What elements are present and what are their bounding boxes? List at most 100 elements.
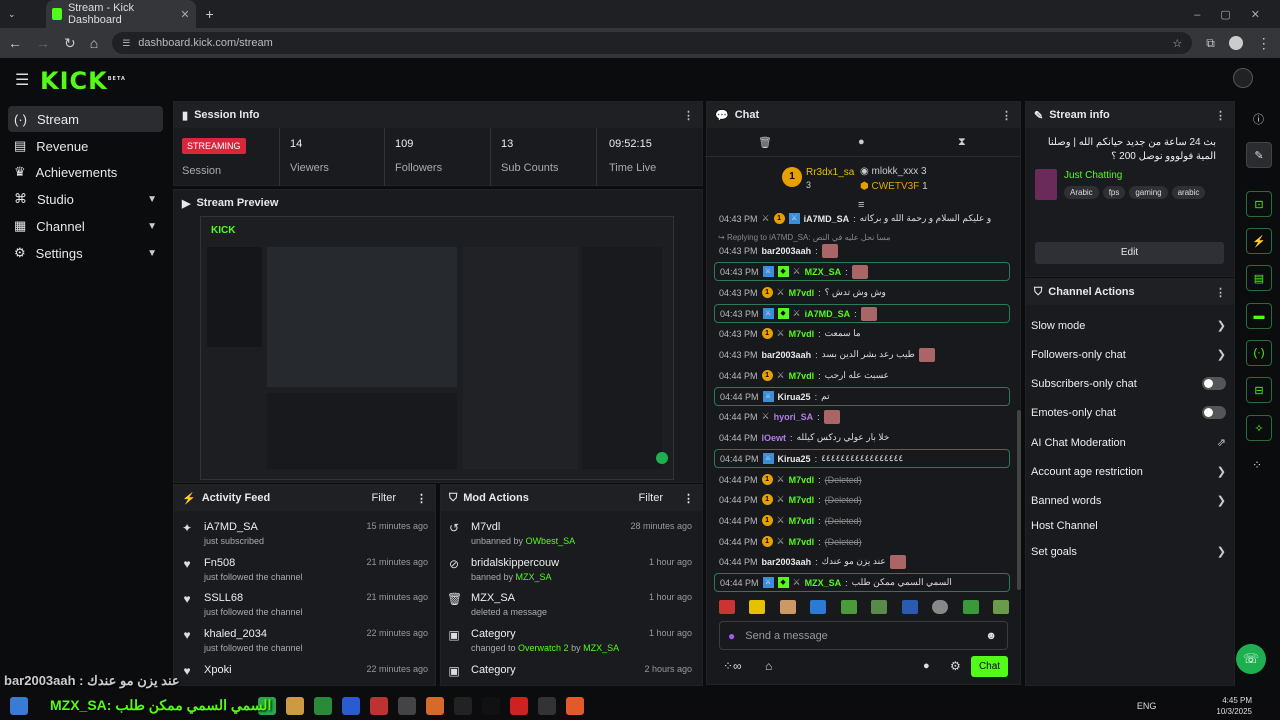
app-icon[interactable] (10, 697, 28, 715)
message-username[interactable]: bar2003aah (762, 557, 812, 567)
document-icon[interactable]: ▤ (1246, 265, 1272, 291)
edit-stream-button[interactable]: Edit (1035, 242, 1224, 264)
emote-icon[interactable] (719, 600, 735, 614)
chat-message[interactable]: 04:44 PM ⚔ Kirua25: تم (714, 387, 1010, 406)
kick-logo[interactable]: KICKBETA (40, 67, 126, 95)
message-username[interactable]: lOewt (762, 433, 787, 443)
hamburger-menu-icon[interactable]: ☰ (15, 70, 29, 90)
gear-icon[interactable]: ⚙ (950, 659, 961, 673)
action-slow-mode[interactable]: Slow mode ❯ (1031, 319, 1226, 333)
chat-message[interactable]: 04:43 PM 1 ⚔ M7vdl: وش وش تدش ؟ (714, 283, 1010, 302)
kebab-menu-icon[interactable]: ⋮ (683, 492, 694, 505)
chat-message[interactable]: 04:44 PM bar2003aah: عند يزن مو عندك (714, 552, 1010, 571)
app-icon[interactable] (566, 697, 584, 715)
app-icon[interactable] (454, 697, 472, 715)
nav-item-stream[interactable]: (·) Stream (8, 106, 163, 132)
chat-message[interactable]: 04:43 PM bar2003aah: (714, 241, 1010, 260)
message-username[interactable]: M7vdl (789, 288, 815, 298)
emote-icon[interactable] (992, 600, 1009, 614)
more-widgets-icon[interactable]: ⁘ (1252, 458, 1262, 472)
action-host-channel[interactable]: Host Channel (1031, 520, 1226, 532)
action-banned-words[interactable]: Banned words ❯ (1031, 494, 1226, 508)
message-username[interactable]: hyori_SA (774, 412, 814, 422)
window-controls[interactable]: –▢✕ (1194, 8, 1280, 21)
action-account-age[interactable]: Account age restriction ❯ (1031, 465, 1226, 479)
action-followers-only[interactable]: Followers-only chat ❯ (1031, 348, 1226, 362)
store-icon[interactable]: ⌂ (765, 659, 772, 673)
nav-item-studio[interactable]: ⌘ Studio ▼ (8, 186, 163, 212)
info-icon[interactable]: ⓘ (1253, 111, 1264, 127)
kebab-menu-icon[interactable]: ⋮ (1215, 109, 1226, 122)
app-icon[interactable] (426, 697, 444, 715)
tag[interactable]: arabic (1171, 186, 1206, 199)
message-username[interactable]: M7vdl (789, 475, 815, 485)
chat-message[interactable]: 04:44 PM lOewt: خلا بار عولي ردكس كيلله (714, 428, 1010, 447)
action-ai-moderation[interactable]: AI Chat Moderation ⇗ (1031, 436, 1226, 450)
tab-list-icon[interactable]: ⌄ (8, 9, 16, 20)
tag[interactable]: fps (1102, 186, 1126, 199)
chat-input[interactable]: ● Send a message ☻ (719, 621, 1008, 650)
message-username[interactable]: M7vdl (789, 495, 815, 505)
site-info-icon[interactable]: ☰ (122, 38, 130, 49)
app-icon[interactable] (314, 697, 332, 715)
reload-icon[interactable]: ↻ (64, 35, 76, 52)
message-username[interactable]: bar2003aah (762, 350, 812, 360)
support-chat-icon[interactable]: ☏ (1236, 644, 1266, 674)
back-icon[interactable]: ← (8, 35, 22, 51)
app-icon[interactable] (286, 697, 304, 715)
address-bar[interactable]: ☰ dashboard.kick.com/stream ☆ (112, 32, 1193, 54)
wrench-icon[interactable]: ✧ (1246, 415, 1272, 441)
category-name[interactable]: Just Chatting (1064, 170, 1122, 181)
nav-item-channel[interactable]: ▦ Channel ▼ (8, 213, 163, 239)
message-username[interactable]: M7vdl (789, 516, 815, 526)
chat-message[interactable]: 04:44 PM ⚔ ◆ ⚔ MZX_SA: السمي السمي ممكن طلب (714, 573, 1010, 592)
emoji-picker-icon[interactable]: ☻ (985, 630, 997, 642)
trash-icon[interactable]: 🗑 (758, 136, 772, 149)
chat-bubble-icon[interactable]: ● (923, 660, 930, 672)
chat-message[interactable]: 04:44 PM ⚔ hyori_SA: (714, 407, 1010, 426)
tag[interactable]: Arabic (1064, 186, 1099, 199)
emote-icon[interactable] (871, 600, 888, 614)
chat-message[interactable]: 04:44 PM ⚔ Kirua25:٤٤٤٤٤٤٤٤٤٤٤٤٤٤٤٤٤ (714, 449, 1010, 468)
tag[interactable]: gaming (1129, 186, 1168, 199)
message-username[interactable]: bar2003aah (762, 246, 812, 256)
message-username[interactable]: Kirua25 (778, 392, 811, 402)
filter-button[interactable]: Filter (372, 492, 396, 504)
message-username[interactable]: M7vdl (789, 371, 815, 381)
chat-message[interactable]: 04:43 PM ⚔ ◆ ⚔ MZX_SA: (714, 262, 1010, 281)
app-icon[interactable] (510, 697, 528, 715)
kebab-menu-icon[interactable]: ⋮ (683, 109, 694, 122)
language-indicator[interactable]: ENG (1137, 701, 1157, 711)
message-username[interactable]: M7vdl (789, 537, 815, 547)
chat-scrollbar[interactable] (1017, 410, 1021, 590)
chat-message[interactable]: 04:43 PM 1 ⚔ M7vdl: ما سمعت (714, 324, 1010, 343)
layout-icon[interactable]: ⊟ (1246, 377, 1272, 403)
app-icon[interactable] (398, 697, 416, 715)
emote-icon[interactable] (962, 600, 979, 614)
chat-bubble-icon[interactable]: ● (858, 136, 865, 148)
forward-icon[interactable]: → (36, 35, 50, 51)
clip-icon[interactable]: ⊡ (1246, 191, 1272, 217)
new-tab-icon[interactable]: + (206, 6, 214, 22)
stream-preview-video[interactable]: KICK (200, 216, 674, 480)
action-set-goals[interactable]: Set goals ❯ (1031, 545, 1226, 559)
chat-message[interactable]: 04:44 PM 1 ⚔ M7vdl: (Deleted) (714, 511, 1010, 530)
close-tab-icon[interactable]: ✕ (180, 8, 189, 21)
emote-icon[interactable] (810, 600, 827, 614)
nav-item-revenue[interactable]: ▤ Revenue (8, 133, 163, 159)
chat-icon[interactable]: ▬ (1246, 303, 1272, 329)
emote-icon[interactable] (932, 600, 949, 614)
message-username[interactable]: MZX_SA (805, 267, 842, 277)
app-icon[interactable] (370, 697, 388, 715)
hourglass-icon[interactable]: ⧗ (958, 136, 966, 149)
home-icon[interactable]: ⌂ (90, 35, 98, 51)
emote-icon[interactable] (840, 600, 857, 614)
extensions-icon[interactable]: ⧉ (1206, 36, 1215, 51)
browser-tab[interactable]: Stream - Kick Dashboard ✕ (45, 0, 196, 28)
emote-icon[interactable] (779, 600, 796, 614)
emotes-only-toggle[interactable] (1202, 406, 1226, 419)
chat-message[interactable]: 04:44 PM 1 ⚔ M7vdl: (Deleted) (714, 490, 1010, 509)
kebab-menu-icon[interactable]: ⋮ (1215, 286, 1226, 299)
subscribers-only-toggle[interactable] (1202, 377, 1226, 390)
message-username[interactable]: Kirua25 (778, 454, 811, 464)
